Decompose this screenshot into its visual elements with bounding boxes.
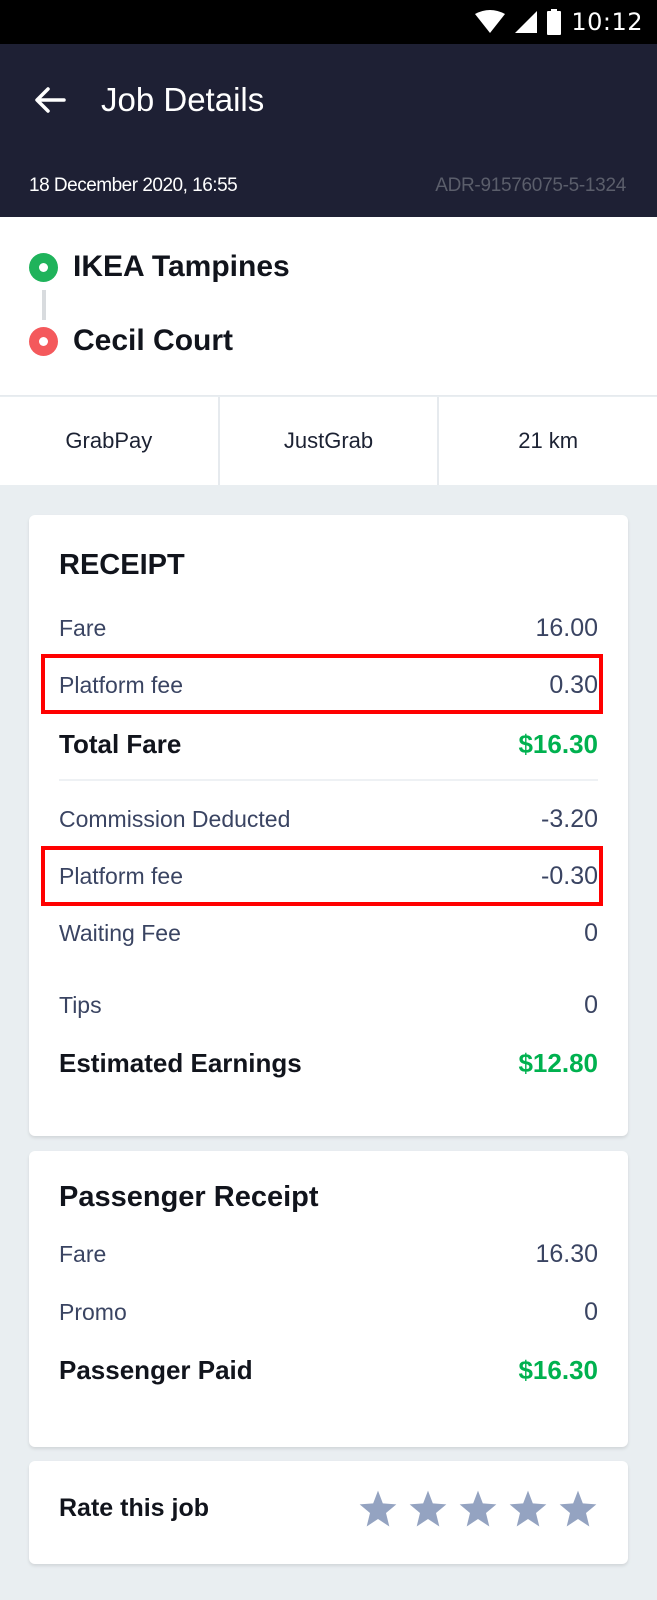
- receipt-title: RECEIPT: [59, 549, 185, 581]
- app-header: Job Details 18 December 2020, 16:55 ADR-…: [0, 44, 657, 217]
- passenger-receipt-card: Passenger Receipt Fare 16.30 Promo 0 Pas…: [29, 1151, 628, 1447]
- status-bar: 10:12: [0, 0, 657, 44]
- arrow-left-icon: [35, 87, 66, 113]
- dropoff-location: Cecil Court: [29, 324, 233, 358]
- pickup-name: IKEA Tampines: [73, 250, 290, 283]
- fare-row: Fare 16.00: [59, 608, 598, 648]
- fare-label: Fare: [59, 614, 107, 641]
- platform-fee-label: Platform fee: [59, 671, 183, 698]
- trip-distance: 21 km: [518, 428, 579, 453]
- commission-label: Commission Deducted: [59, 805, 291, 832]
- passenger-receipt-title: Passenger Receipt: [59, 1181, 319, 1213]
- status-time: 10:12: [571, 8, 643, 36]
- star-icon[interactable]: [508, 1489, 548, 1529]
- passenger-paid-label: Passenger Paid: [59, 1354, 253, 1385]
- back-button[interactable]: [30, 80, 70, 120]
- platform-fee-deduction-label: Platform fee: [59, 862, 183, 889]
- passenger-paid-value: $16.30: [518, 1354, 598, 1385]
- star-icon[interactable]: [358, 1489, 398, 1529]
- promo-label: Promo: [59, 1298, 127, 1325]
- star-icon[interactable]: [458, 1489, 498, 1529]
- waiting-fee-label: Waiting Fee: [59, 919, 181, 946]
- promo-value: 0: [584, 1297, 598, 1326]
- platform-fee-value: 0.30: [549, 670, 598, 699]
- pickup-location: IKEA Tampines: [29, 250, 290, 284]
- passenger-fare-value: 16.30: [535, 1239, 598, 1268]
- pickup-marker-icon: [29, 252, 58, 282]
- passenger-fare-row: Fare 16.30: [59, 1234, 598, 1274]
- platform-fee-deduction-row: Platform fee -0.30: [59, 856, 598, 896]
- total-fare-row: Total Fare $16.30: [59, 724, 598, 764]
- total-fare-value: $16.30: [518, 728, 598, 759]
- cellular-signal-icon: [515, 11, 538, 33]
- tips-label: Tips: [59, 991, 102, 1018]
- commission-value: -3.20: [541, 804, 598, 833]
- service-type: JustGrab: [220, 397, 440, 485]
- total-fare-label: Total Fare: [59, 728, 182, 759]
- receipt-divider: [59, 779, 598, 781]
- tips-value: 0: [584, 990, 598, 1019]
- tips-row: Tips 0: [59, 985, 598, 1025]
- star-rating[interactable]: [358, 1489, 598, 1529]
- rate-job-label: Rate this job: [59, 1494, 210, 1522]
- passenger-paid-row: Passenger Paid $16.30: [59, 1350, 598, 1390]
- trip-info-strip: GrabPay JustGrab 21 km: [0, 397, 657, 485]
- estimated-earnings-label: Estimated Earnings: [59, 1047, 302, 1078]
- rate-job-card: Rate this job: [29, 1461, 628, 1564]
- battery-icon: [547, 9, 562, 35]
- estimated-earnings-row: Estimated Earnings $12.80: [59, 1043, 598, 1083]
- fare-value: 16.00: [535, 613, 598, 642]
- job-date: 18 December 2020, 16:55: [29, 175, 238, 196]
- estimated-earnings-value: $12.80: [518, 1047, 598, 1078]
- receipt-card: RECEIPT Fare 16.00 Platform fee 0.30 Tot…: [29, 515, 628, 1136]
- route-section: IKEA Tampines Cecil Court: [0, 217, 657, 396]
- star-icon[interactable]: [408, 1489, 448, 1529]
- dropoff-marker-icon: [29, 326, 58, 356]
- star-icon[interactable]: [558, 1489, 598, 1529]
- passenger-fare-label: Fare: [59, 1240, 107, 1267]
- waiting-fee-row: Waiting Fee 0: [59, 913, 598, 953]
- dropoff-name: Cecil Court: [73, 324, 234, 357]
- payment-method: GrabPay: [0, 397, 220, 485]
- wifi-icon: [475, 10, 506, 34]
- promo-row: Promo 0: [59, 1292, 598, 1332]
- platform-fee-row: Platform fee 0.30: [59, 665, 598, 705]
- platform-fee-deduction-value: -0.30: [541, 861, 598, 890]
- page-title: Job Details: [101, 81, 265, 118]
- job-id: ADR-91576075-5-1324: [435, 175, 626, 196]
- route-connector: [42, 290, 46, 320]
- commission-row: Commission Deducted -3.20: [59, 799, 598, 839]
- waiting-fee-value: 0: [584, 918, 598, 947]
